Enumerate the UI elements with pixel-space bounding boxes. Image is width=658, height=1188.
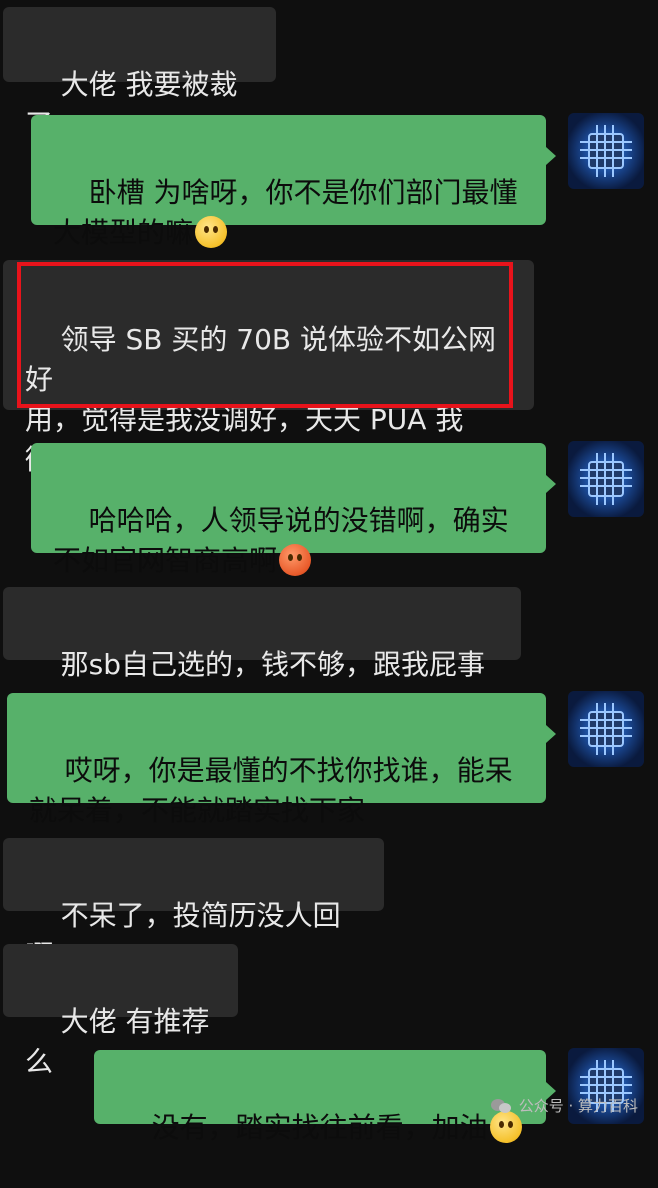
avatar[interactable] — [568, 113, 644, 189]
message-bubble-received[interactable]: 那sb自己选的，钱不够，跟我屁事 — [3, 587, 521, 681]
message-bubble-received[interactable]: 大佬 我要被裁了 — [3, 7, 276, 141]
crying-face-icon — [195, 216, 228, 248]
highlight-box — [17, 262, 513, 408]
message-text: 哎呀，你是最懂的不找你找谁，能呆 就呆着，不能就踏实找下家 — [29, 754, 513, 827]
hot-face-icon — [279, 544, 312, 576]
message-text: 没有，踏实找往前看，加油 — [151, 1111, 488, 1144]
message-bubble-received[interactable]: 不呆了，投简历没人回啊 — [3, 838, 384, 972]
message-bubble-sent[interactable]: 哎呀，你是最懂的不找你找谁，能呆 就呆着，不能就踏实找下家 — [7, 693, 556, 827]
avatar[interactable] — [568, 691, 644, 767]
avatar[interactable] — [568, 441, 644, 517]
message-bubble-received[interactable]: 大佬 有推荐么 — [3, 944, 238, 1078]
message-bubble-sent[interactable]: 哈哈哈，人领导说的没错啊，确实 不如官网智商高啊 — [31, 443, 556, 577]
watermark: 公众号 · 算力百科 — [490, 1095, 638, 1116]
message-text: 那sb自己选的，钱不够，跟我屁事 — [60, 648, 485, 681]
message-bubble-sent[interactable]: 卧槽 为啥呀，你不是你们部门最懂 大模型的嘛 — [31, 115, 556, 249]
wechat-icon — [490, 1097, 513, 1115]
watermark-label: 公众号 · 算力百科 — [518, 1097, 638, 1115]
message-text: 卧槽 为啥呀，你不是你们部门最懂 大模型的嘛 — [53, 176, 518, 249]
message-bubble-sent[interactable]: 没有，踏实找往前看，加油 — [94, 1050, 556, 1144]
